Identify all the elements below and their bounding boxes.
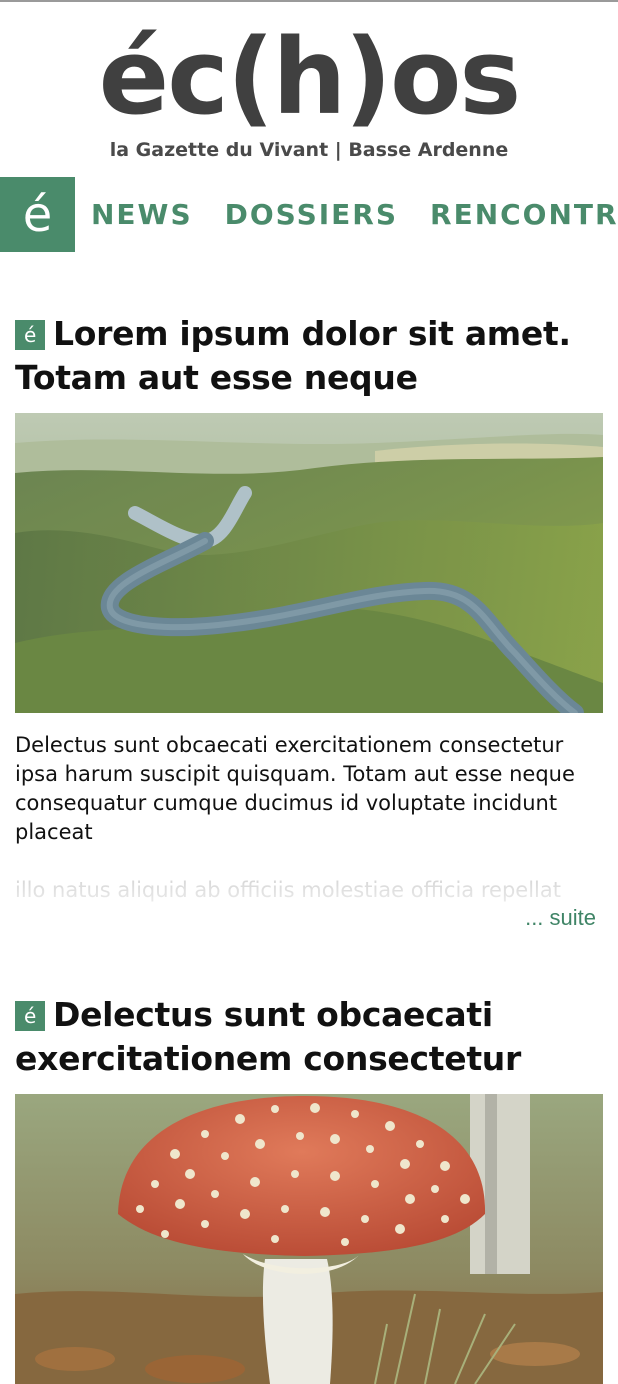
article-excerpt: Delectus sunt obcaecati exercitationem c… <box>15 731 603 905</box>
article-title[interactable]: é Lorem ipsum dolor sit amet. Totam aut e… <box>15 312 603 400</box>
article-image-mushroom[interactable] <box>15 1094 603 1384</box>
article-card: é Lorem ipsum dolor sit amet. Totam aut e… <box>15 312 603 931</box>
nav-items: NEWS DOSSIERS RENCONTRES <box>91 177 618 252</box>
nav-item-news[interactable]: NEWS <box>91 198 193 231</box>
article-title-text[interactable]: Lorem ipsum dolor sit amet. Totam aut es… <box>15 314 571 397</box>
site-tagline: la Gazette du Vivant | Basse Ardenne <box>109 139 509 161</box>
nav-item-rencontres[interactable]: RENCONTRES <box>430 198 618 231</box>
article-badge-icon: é <box>15 1001 45 1031</box>
article-title-text[interactable]: Delectus sunt obcaecati exercitationem c… <box>15 995 521 1078</box>
article-paragraph: Delectus sunt obcaecati exercitationem c… <box>15 733 575 844</box>
article-title[interactable]: é Delectus sunt obcaecati exercitationem … <box>15 993 603 1081</box>
nav-item-dossiers[interactable]: DOSSIERS <box>225 198 398 231</box>
top-rule <box>0 0 618 2</box>
site-logo[interactable]: éc(h)os <box>0 18 618 136</box>
read-more-link[interactable]: ... suite <box>15 905 603 931</box>
article-image-river[interactable] <box>15 413 603 713</box>
article-fade: illo natus aliquid ab officiis molestiae… <box>15 847 603 905</box>
main-nav: é NEWS DOSSIERS RENCONTRES <box>0 177 618 252</box>
nav-home-logo[interactable]: é <box>0 177 75 252</box>
article-paragraph-faded: illo natus aliquid ab officiis molestiae… <box>15 878 561 902</box>
article-badge-icon: é <box>15 320 45 350</box>
article-card: é Delectus sunt obcaecati exercitationem … <box>15 993 603 1384</box>
